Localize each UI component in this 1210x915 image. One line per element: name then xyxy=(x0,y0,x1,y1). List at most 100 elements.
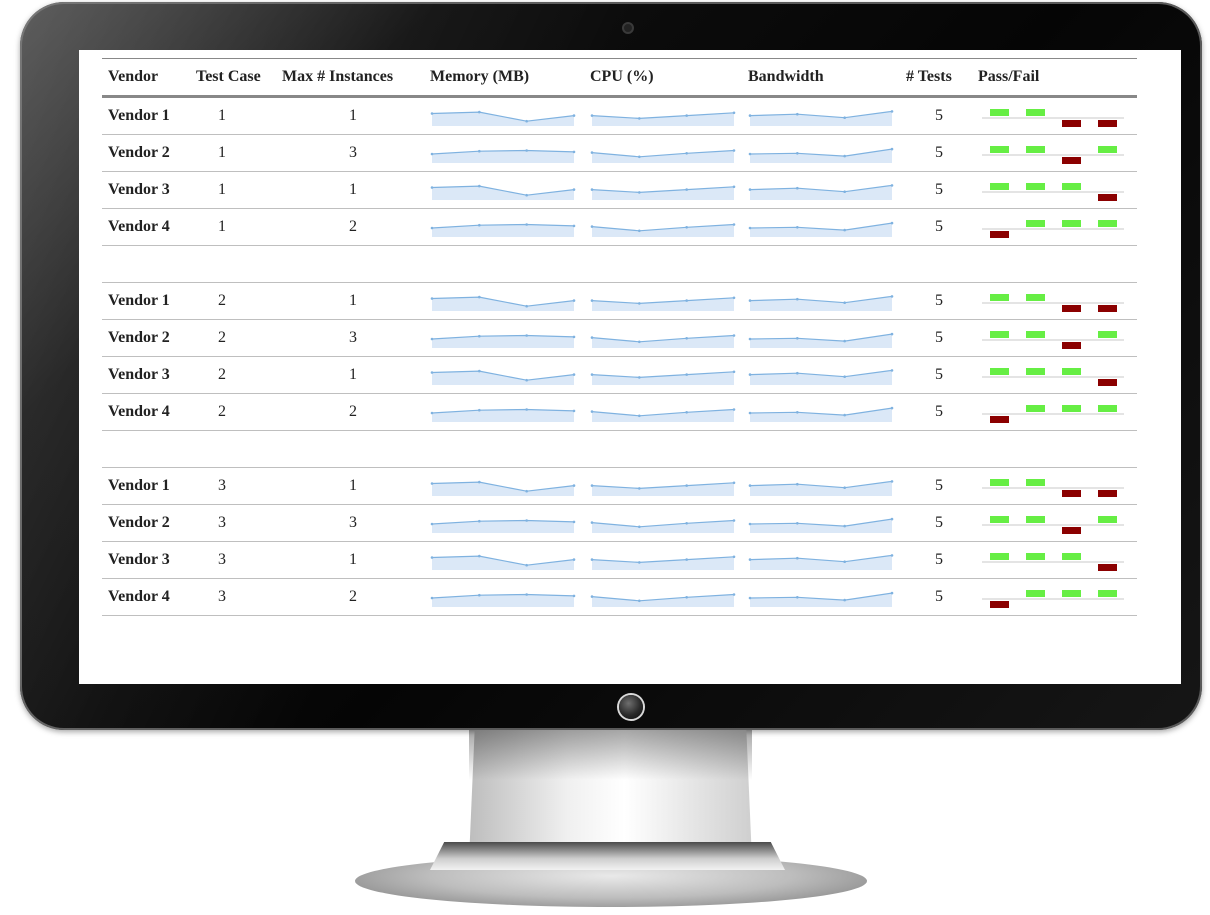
sparkline-area xyxy=(592,594,734,607)
test-case-cell: 2 xyxy=(190,356,276,394)
cpu-cell xyxy=(584,96,742,135)
table-row[interactable]: Vendor 331 5 xyxy=(102,541,1137,579)
table-row[interactable]: Vendor 2335 xyxy=(102,504,1137,542)
table-row[interactable]: Vendor 223 5 xyxy=(102,319,1137,357)
cpu-sparkline xyxy=(590,223,736,237)
sparkline-point xyxy=(843,228,846,232)
tests-cell: 5 xyxy=(900,208,972,246)
results-table: Vendor Test Case Max # Instances Memory … xyxy=(102,58,1137,616)
header-bandwidth[interactable]: Bandwidth xyxy=(742,58,900,98)
cpu-sparkline xyxy=(590,519,736,533)
pass-fail-chart xyxy=(982,294,1124,312)
sparkline-point xyxy=(638,376,641,379)
sparkline-point xyxy=(685,337,688,340)
sparkline-point xyxy=(843,154,846,158)
sparkline-point xyxy=(796,522,799,525)
pass-bar xyxy=(1062,590,1081,597)
sparkline-area xyxy=(750,519,892,533)
sparkline-point xyxy=(796,226,799,229)
pass-bar xyxy=(990,553,1009,560)
pass-bar xyxy=(1062,220,1081,227)
pass-fail-cell xyxy=(972,134,1137,172)
sparkline-point xyxy=(843,486,846,489)
cpu-sparkline xyxy=(590,555,736,570)
sparkline-point xyxy=(748,299,752,302)
sparkline-point xyxy=(843,190,846,193)
bandwidth-sparkline xyxy=(748,517,894,533)
table-row[interactable]: Vendor 321 5 xyxy=(102,356,1137,394)
bandwidth-sparkline xyxy=(748,369,894,385)
sparkline-point xyxy=(890,184,894,187)
header-pass-fail[interactable]: Pass/Fail xyxy=(972,58,1137,98)
sparkline-point xyxy=(732,555,736,559)
bandwidth-cell xyxy=(742,282,900,320)
sparkline-point xyxy=(525,193,528,197)
sparkline-point xyxy=(890,147,894,151)
sparkline-point xyxy=(843,524,846,528)
pass-bar xyxy=(1026,331,1045,338)
table-row[interactable]: Vendor 213 5 xyxy=(102,134,1137,172)
table-row[interactable]: Vendor 3115 xyxy=(102,171,1137,209)
pass-bar xyxy=(1026,516,1045,523)
table-row[interactable]: Vendor 4225 xyxy=(102,393,1137,431)
header-memory[interactable]: Memory (MB) xyxy=(424,58,584,98)
memory-sparkline xyxy=(430,334,576,348)
bandwidth-sparkline xyxy=(748,406,894,422)
sparkline-area xyxy=(432,186,574,200)
sparkline-point xyxy=(796,297,799,301)
sparkline-point xyxy=(748,373,752,376)
cpu-sparkline xyxy=(590,481,736,496)
fail-bar xyxy=(1062,120,1081,127)
pass-bar xyxy=(1098,405,1117,412)
sparkline-point xyxy=(525,119,528,123)
stand-shadow xyxy=(469,730,752,780)
sparkline-point xyxy=(430,411,434,415)
sparkline-point xyxy=(590,299,594,302)
memory-cell xyxy=(424,467,584,505)
memory-sparkline xyxy=(430,184,576,200)
cpu-sparkline xyxy=(590,370,736,385)
sparkline-point xyxy=(572,484,576,487)
memory-sparkline xyxy=(430,593,576,607)
bandwidth-cell xyxy=(742,134,900,172)
table-row[interactable]: Vendor 412 5 xyxy=(102,208,1137,246)
header-tests[interactable]: # Tests xyxy=(900,58,972,98)
fail-bar xyxy=(990,601,1009,608)
table-row[interactable]: Vendor 432 5 xyxy=(102,578,1137,616)
pass-bar xyxy=(990,146,1009,153)
header-vendor[interactable]: Vendor xyxy=(102,58,190,98)
pass-fail-cell xyxy=(972,96,1137,135)
header-max-instances[interactable]: Max # Instances xyxy=(276,58,424,98)
cpu-sparkline xyxy=(590,111,736,126)
power-button-icon[interactable] xyxy=(619,695,643,719)
header-test-case[interactable]: Test Case xyxy=(190,58,276,98)
sparkline-point xyxy=(638,487,641,490)
fail-bar xyxy=(1098,194,1117,201)
pass-bar xyxy=(1026,146,1045,153)
monitor-stand-foot xyxy=(430,842,785,870)
sparkline-point xyxy=(430,226,434,230)
sparkline-point xyxy=(590,558,594,561)
pass-bar xyxy=(990,368,1009,375)
table-row[interactable]: Vendor 1115 xyxy=(102,96,1137,135)
bandwidth-sparkline xyxy=(748,591,894,607)
tests-cell: 5 xyxy=(900,134,972,172)
sparkline-point xyxy=(732,334,736,337)
pass-fail-cell xyxy=(972,319,1137,357)
table-row[interactable]: Vendor 131 5 xyxy=(102,467,1137,505)
fail-bar xyxy=(1062,527,1081,534)
memory-cell xyxy=(424,282,584,320)
max-instances-cell: 1 xyxy=(276,356,424,394)
pass-bar xyxy=(1062,368,1081,375)
cpu-cell xyxy=(584,171,742,209)
header-cpu[interactable]: CPU (%) xyxy=(584,58,742,98)
fail-bar xyxy=(1062,342,1081,349)
vendor-cell: Vendor 4 xyxy=(102,578,190,616)
pass-fail-cell xyxy=(972,393,1137,431)
sparkline-area xyxy=(750,555,892,570)
tests-cell: 5 xyxy=(900,96,972,135)
table-row[interactable]: Vendor 121 5 xyxy=(102,282,1137,320)
pass-bar xyxy=(1098,516,1117,523)
test-case-cell: 2 xyxy=(190,393,276,431)
sparkline-point xyxy=(890,406,894,410)
